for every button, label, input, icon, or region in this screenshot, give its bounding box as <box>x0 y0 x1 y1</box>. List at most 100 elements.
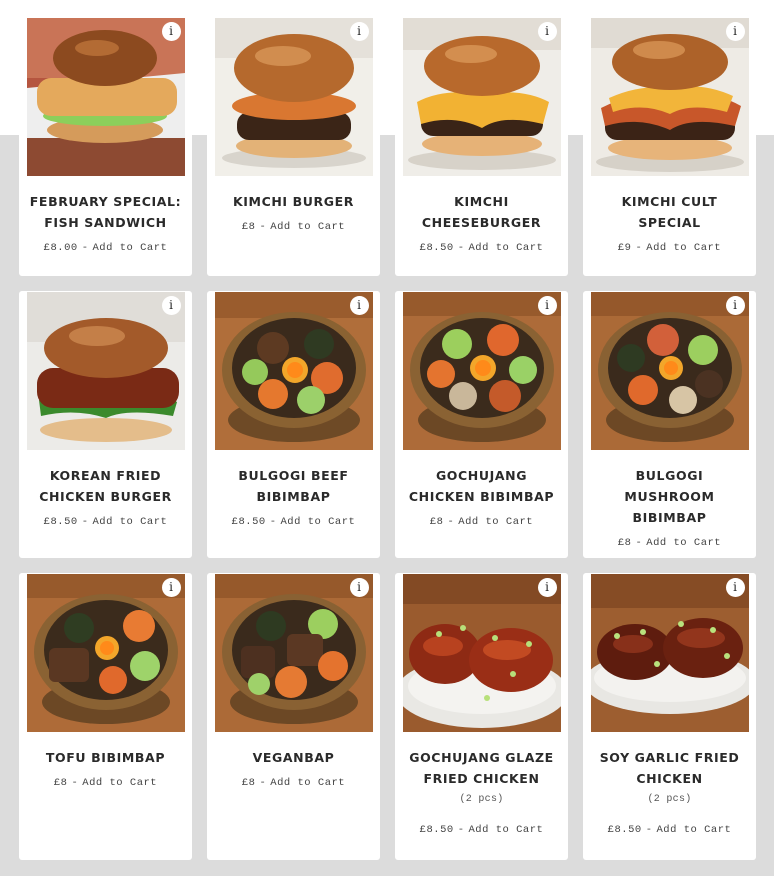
add-to-cart-button[interactable]: Add to Cart <box>82 777 157 789</box>
burger-photo <box>402 18 561 176</box>
add-to-cart-button[interactable]: Add to Cart <box>646 242 721 254</box>
add-to-cart-button[interactable]: Add to Cart <box>281 516 356 528</box>
add-to-cart-button[interactable]: Add to Cart <box>469 824 544 836</box>
item-price: £8.50 <box>43 516 78 528</box>
info-icon[interactable]: i <box>537 578 557 597</box>
item-price: £8.50 <box>419 824 454 836</box>
product-photo[interactable]: i <box>590 574 749 732</box>
product-photo[interactable]: i <box>402 18 561 176</box>
add-to-cart-button[interactable]: Add to Cart <box>93 242 168 254</box>
item-price: £8.50 <box>231 516 266 528</box>
price-line: £8.50- Add to Cart <box>44 516 168 528</box>
product-photo[interactable]: i <box>402 574 561 732</box>
product-photo[interactable]: i <box>590 18 749 176</box>
add-to-cart-button[interactable]: Add to Cart <box>270 777 345 789</box>
item-name: Tofu Bibimbap <box>45 750 166 765</box>
product-photo[interactable]: i <box>214 18 373 176</box>
item-name: Gochujang Chicken Bibimbap <box>408 468 555 504</box>
price-separator: - <box>259 777 267 789</box>
price-line: £8- Add to Cart <box>242 221 345 233</box>
item-price: £9 <box>617 242 632 254</box>
price-line: £8- Add to Cart <box>54 777 157 789</box>
item-price: £8 <box>241 221 256 233</box>
price-line: £8- Add to Cart <box>242 777 345 789</box>
item-name: Kimchi Burger <box>233 194 354 209</box>
burger-photo <box>590 18 749 176</box>
item-name: Veganbap <box>252 750 335 765</box>
price-line: £8- Add to Cart <box>618 537 721 549</box>
product-photo[interactable]: i <box>402 292 561 450</box>
info-icon[interactable]: i <box>349 22 369 41</box>
menu-card[interactable]: i Kimchi Cult Special £9- Add to Cart <box>583 17 756 276</box>
bowl-photo <box>402 292 561 450</box>
product-photo[interactable]: i <box>26 292 185 450</box>
bowl-photo <box>590 292 749 450</box>
info-icon[interactable]: i <box>725 22 745 41</box>
menu-card[interactable]: i Soy Garlic Fried Chicken (2 pcs) £8.50… <box>583 573 756 860</box>
price-line: £8.50- Add to Cart <box>420 242 544 254</box>
menu-card[interactable]: i Bulgogi Beef Bibimbap £8.50- Add to Car… <box>207 291 380 558</box>
menu-card[interactable]: i Kimchi Cheeseburger £8.50- Add to Cart <box>395 17 568 276</box>
add-to-cart-button[interactable]: Add to Cart <box>93 516 168 528</box>
menu-card[interactable]: i Korean Fried Chicken Burger £8.50- Add … <box>19 291 192 558</box>
price-line: £8.50- Add to Cart <box>608 824 732 836</box>
item-name: Gochujang Glaze Fried Chicken <box>409 750 554 786</box>
burger-photo <box>26 18 185 176</box>
info-icon[interactable]: i <box>349 578 369 597</box>
price-separator: - <box>81 242 89 254</box>
item-name: February Special: Fish Sandwich <box>29 194 182 230</box>
menu-card[interactable]: i Gochujang Glaze Fried Chicken (2 pcs) … <box>395 573 568 860</box>
info-icon[interactable]: i <box>349 296 369 315</box>
item-name: Kimchi Cult Special <box>621 194 718 230</box>
menu-grid: i February Special: Fish Sandwich £8.00-… <box>19 17 756 860</box>
item-price: £8.00 <box>43 242 78 254</box>
burger-photo <box>214 18 373 176</box>
price-separator: - <box>81 516 89 528</box>
price-separator: - <box>269 516 277 528</box>
product-photo[interactable]: i <box>26 18 185 176</box>
info-icon[interactable]: i <box>537 22 557 41</box>
info-icon[interactable]: i <box>161 22 181 41</box>
add-to-cart-button[interactable]: Add to Cart <box>270 221 345 233</box>
price-line: £8.50- Add to Cart <box>420 824 544 836</box>
price-line: £8.00- Add to Cart <box>44 242 168 254</box>
item-price: £8 <box>429 516 444 528</box>
add-to-cart-button[interactable]: Add to Cart <box>646 537 721 549</box>
menu-card[interactable]: i Veganbap £8- Add to Cart <box>207 573 380 860</box>
menu-card[interactable]: i Tofu Bibimbap £8- Add to Cart <box>19 573 192 860</box>
product-photo[interactable]: i <box>26 574 185 732</box>
menu-card[interactable]: i February Special: Fish Sandwich £8.00-… <box>19 17 192 276</box>
item-price: £8.50 <box>607 824 642 836</box>
product-photo[interactable]: i <box>590 292 749 450</box>
info-icon[interactable]: i <box>161 578 181 597</box>
price-separator: - <box>457 824 465 836</box>
add-to-cart-button[interactable]: Add to Cart <box>458 516 533 528</box>
info-icon[interactable]: i <box>725 296 745 315</box>
menu-card[interactable]: i Bulgogi Mushroom Bibimbap £8- Add to Ca… <box>583 291 756 558</box>
item-price: £8.50 <box>419 242 454 254</box>
item-note: (2 pcs) <box>459 794 504 805</box>
item-price: £8 <box>241 777 256 789</box>
add-to-cart-button[interactable]: Add to Cart <box>469 242 544 254</box>
item-name: Bulgogi Beef Bibimbap <box>238 468 349 504</box>
chicken-photo <box>590 574 749 732</box>
price-line: £8- Add to Cart <box>430 516 533 528</box>
bowl-photo <box>214 292 373 450</box>
menu-card[interactable]: i Kimchi Burger £8- Add to Cart <box>207 17 380 276</box>
product-photo[interactable]: i <box>214 292 373 450</box>
price-separator: - <box>259 221 267 233</box>
info-icon[interactable]: i <box>537 296 557 315</box>
add-to-cart-button[interactable]: Add to Cart <box>657 824 732 836</box>
item-name: Korean Fried Chicken Burger <box>39 468 172 504</box>
item-note: (2 pcs) <box>647 794 692 805</box>
bowl-photo <box>26 574 185 732</box>
info-icon[interactable]: i <box>725 578 745 597</box>
price-separator: - <box>635 242 643 254</box>
price-line: £9- Add to Cart <box>618 242 721 254</box>
price-separator: - <box>645 824 653 836</box>
product-photo[interactable]: i <box>214 574 373 732</box>
item-name: Kimchi Cheeseburger <box>421 194 542 230</box>
chicken-photo <box>402 574 561 732</box>
menu-card[interactable]: i Gochujang Chicken Bibimbap £8- Add to C… <box>395 291 568 558</box>
info-icon[interactable]: i <box>161 296 181 315</box>
